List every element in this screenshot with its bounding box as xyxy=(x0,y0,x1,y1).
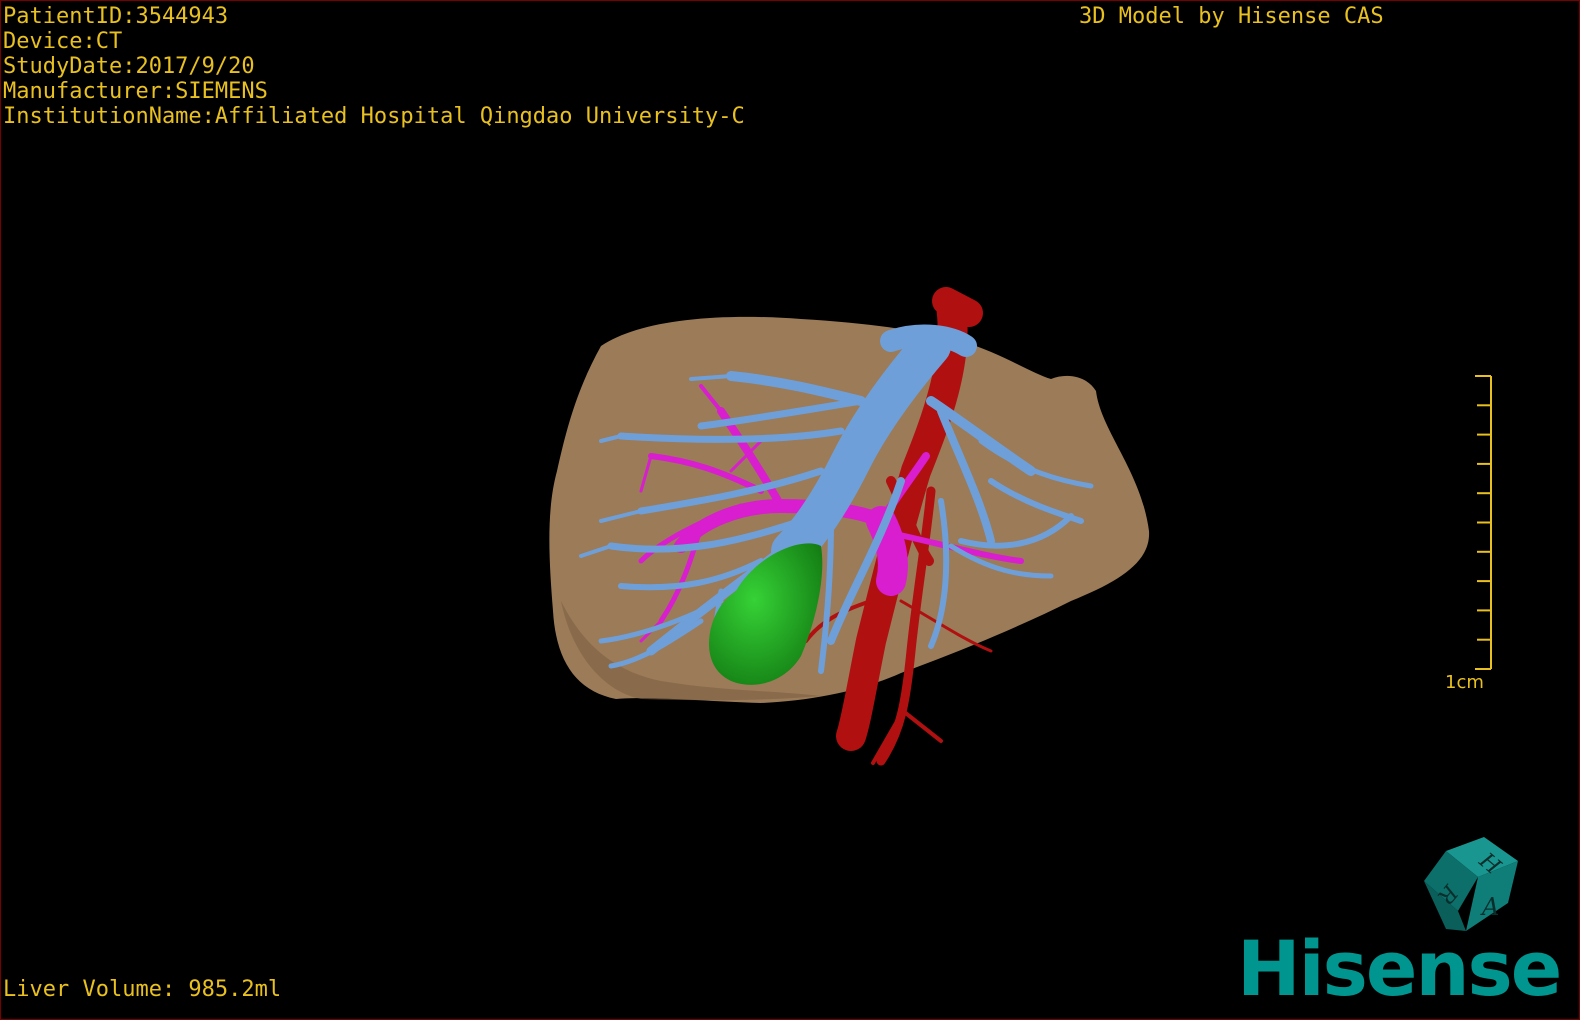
patient-info-overlay: PatientID:3544943 Device:CT StudyDate:20… xyxy=(3,4,745,129)
hisense-logo: Hisense xyxy=(1237,924,1562,1013)
model-credit: 3D Model by Hisense CAS xyxy=(1079,4,1384,29)
study-date: StudyDate:2017/9/20 xyxy=(3,54,255,79)
institution-name: InstitutionName:Affiliated Hospital Qing… xyxy=(3,104,745,129)
liver-volume: Liver Volume: 985.2ml xyxy=(3,977,282,1002)
device: Device:CT xyxy=(3,29,123,54)
scale-label: 1cm xyxy=(1445,672,1484,693)
cube-label-a: A xyxy=(1480,893,1499,921)
3d-model-scene[interactable] xyxy=(1,1,1579,1019)
render-viewport[interactable]: PatientID:3544943 Device:CT StudyDate:20… xyxy=(0,0,1580,1020)
patient-id: PatientID:3544943 xyxy=(3,4,229,29)
scale-bar xyxy=(1475,375,1492,670)
manufacturer: Manufacturer:SIEMENS xyxy=(3,79,268,104)
